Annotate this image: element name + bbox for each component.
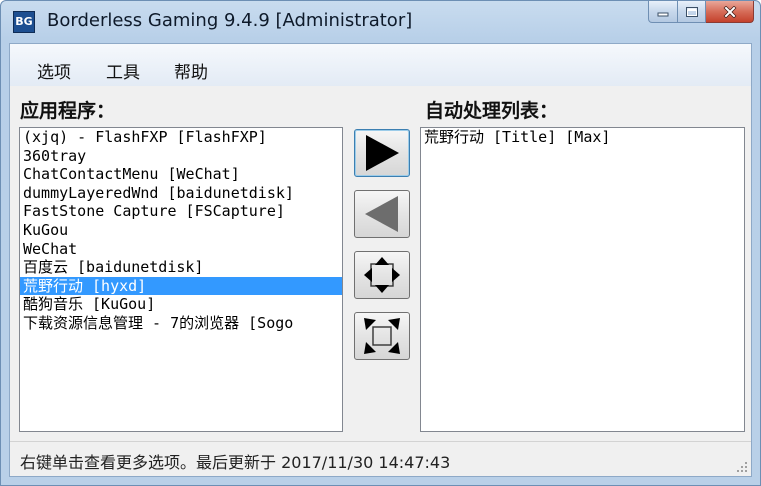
- list-item[interactable]: 360tray: [20, 147, 342, 166]
- add-to-favorites-button[interactable]: [354, 129, 410, 177]
- maximize-button[interactable]: [678, 1, 706, 23]
- menu-options[interactable]: 选项: [37, 58, 71, 83]
- list-item[interactable]: FastStone Capture [FSCapture]: [20, 202, 342, 221]
- client-area: 选项 工具 帮助 应用程序： 自动处理列表： (xjq) - FlashFXP …: [9, 43, 752, 477]
- menu-tools[interactable]: 工具: [106, 58, 140, 83]
- title-bar[interactable]: BG Borderless Gaming 9.4.9 [Administrato…: [1, 1, 760, 43]
- list-item[interactable]: (xjq) - FlashFXP [FlashFXP]: [20, 128, 342, 147]
- list-item[interactable]: 酷狗音乐 [KuGou]: [20, 295, 342, 314]
- apps-listbox[interactable]: (xjq) - FlashFXP [FlashFXP] 360tray ChatCo…: [19, 127, 343, 432]
- apps-panel-label: 应用程序：: [20, 100, 116, 122]
- caption-buttons: [648, 1, 754, 23]
- app-logo-icon: BG: [13, 11, 35, 33]
- menu-bar: 选项 工具 帮助: [10, 44, 751, 86]
- list-item[interactable]: WeChat: [20, 240, 342, 259]
- list-item[interactable]: ChatContactMenu [WeChat]: [20, 165, 342, 184]
- maximize-icon: [685, 6, 698, 17]
- restore-window-button[interactable]: [354, 312, 410, 360]
- list-item[interactable]: 百度云 [baidunetdisk]: [20, 258, 342, 277]
- resize-grip-icon[interactable]: [734, 459, 748, 473]
- status-text: 右键单击查看更多选项。最后更新于 2017/11/30 14:47:43: [20, 453, 451, 472]
- remove-from-favorites-button[interactable]: [354, 190, 410, 238]
- minimize-button[interactable]: [648, 1, 678, 23]
- favorites-listbox[interactable]: 荒野行动 [Title] [Max]: [420, 127, 745, 432]
- favorites-panel-label: 自动处理列表：: [425, 100, 559, 122]
- status-bar: 右键单击查看更多选项。最后更新于 2017/11/30 14:47:43: [10, 441, 751, 476]
- arrow-left-icon: [365, 196, 398, 232]
- minimize-icon: [657, 12, 669, 16]
- collapse-arrows-icon: [364, 318, 400, 354]
- menu-help[interactable]: 帮助: [174, 58, 208, 83]
- list-item[interactable]: KuGou: [20, 221, 342, 240]
- list-item[interactable]: 下载资源信息管理 - 7的浏览器 [Sogo: [20, 314, 342, 333]
- make-borderless-button[interactable]: [354, 251, 410, 299]
- expand-arrows-icon: [364, 257, 400, 293]
- app-window: BG Borderless Gaming 9.4.9 [Administrato…: [0, 0, 761, 486]
- close-icon: [723, 5, 736, 18]
- window-title: Borderless Gaming 9.4.9 [Administrator]: [47, 10, 413, 31]
- list-item[interactable]: 荒野行动 [Title] [Max]: [421, 128, 744, 147]
- list-item[interactable]: dummyLayeredWnd [baidunetdisk]: [20, 184, 342, 203]
- arrow-right-icon: [366, 135, 399, 171]
- list-item[interactable]: 荒野行动 [hyxd]: [20, 276, 342, 296]
- close-button[interactable]: [706, 1, 754, 23]
